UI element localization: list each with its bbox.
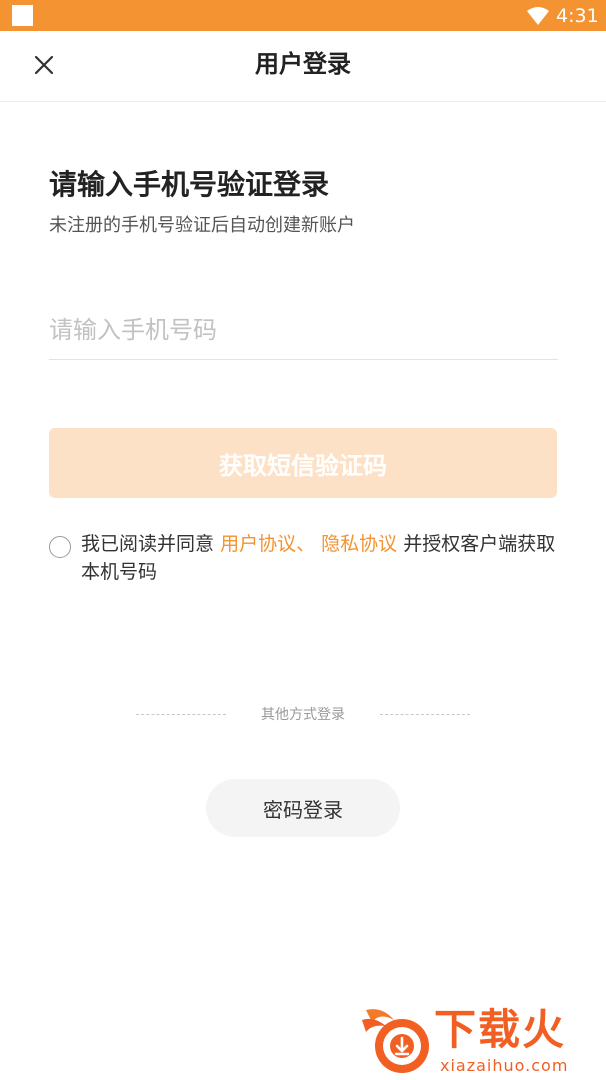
other-login-divider: 其他方式登录	[0, 703, 606, 727]
privacy-policy-link[interactable]: 隐私协议	[321, 533, 397, 555]
close-button[interactable]	[28, 49, 60, 81]
notification-square-icon	[12, 5, 33, 26]
close-icon	[34, 55, 54, 75]
watermark: 下载火 xiazaihuo.com	[358, 1000, 606, 1080]
get-sms-code-button[interactable]: 获取短信验证码	[49, 428, 557, 498]
agreement-text: 我已阅读并同意 用户协议、 隐私协议 并授权客户端获取本机号码	[81, 530, 561, 586]
app-header: 用户登录	[0, 31, 606, 102]
flame-download-logo-icon	[362, 1009, 429, 1073]
divider-line-left	[136, 714, 226, 715]
login-subheading: 未注册的手机号验证后自动创建新账户	[49, 215, 355, 236]
status-time: 4:31	[556, 5, 599, 27]
wifi-icon	[527, 7, 549, 25]
agreement-prefix: 我已阅读并同意	[81, 533, 215, 555]
other-login-label: 其他方式登录	[261, 707, 345, 723]
user-agreement-link[interactable]: 用户协议、	[220, 533, 315, 555]
status-bar: 4:31	[0, 0, 606, 31]
divider-line-right	[380, 714, 470, 715]
agreement-checkbox[interactable]	[49, 536, 71, 558]
watermark-title: 下载火	[434, 1005, 567, 1054]
password-login-button[interactable]: 密码登录	[206, 779, 400, 837]
page-title: 用户登录	[255, 50, 351, 78]
login-heading: 请输入手机号验证登录	[49, 168, 330, 201]
login-screen: 4:31 用户登录 请输入手机号验证登录 未注册的手机号验证后自动创建新账户 获…	[0, 0, 606, 1080]
phone-number-input[interactable]	[49, 300, 558, 360]
watermark-domain: xiazaihuo.com	[440, 1056, 569, 1075]
